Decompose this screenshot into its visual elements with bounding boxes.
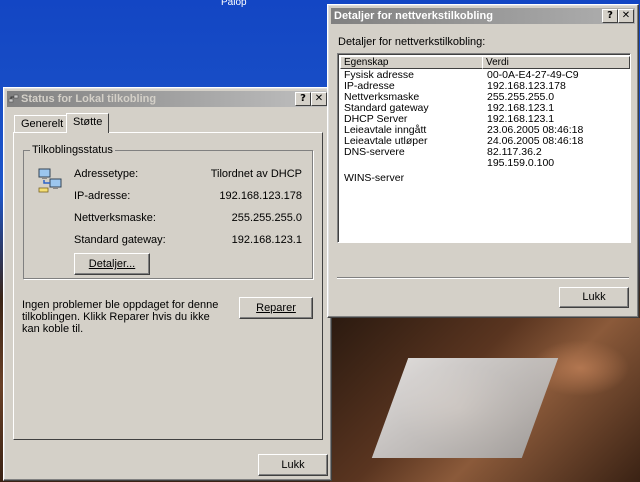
network-computers-icon	[38, 168, 62, 193]
status-window-title: Status for Lokal tilkobling	[21, 93, 157, 105]
details-button-label: Detaljer...	[88, 258, 136, 270]
gateway-value: 192.168.123.1	[231, 234, 302, 246]
status-window: Status for Lokal tilkobling ? ✕ Generelt…	[3, 87, 332, 481]
details-window-titlebar[interactable]: Detaljer for nettverkstilkobling ? ✕	[331, 8, 635, 24]
tab-stotte[interactable]: Støtte	[66, 113, 110, 133]
listview-header: Egenskap Verdi	[340, 56, 630, 69]
details-subtitle: Detaljer for nettverkstilkobling:	[338, 36, 486, 48]
details-button[interactable]: Detaljer...	[74, 253, 150, 275]
repair-button[interactable]: Reparer	[239, 297, 313, 319]
ip-address-label: IP-adresse:	[74, 190, 131, 202]
help-button[interactable]: ?	[295, 92, 311, 106]
netmask-label: Nettverksmaske:	[74, 212, 156, 224]
gateway-label: Standard gateway:	[74, 234, 166, 246]
property-cell: WINS-server	[344, 172, 405, 184]
details-window: Detaljer for nettverkstilkobling ? ✕ Det…	[327, 4, 639, 318]
details-help-button[interactable]: ?	[602, 9, 618, 23]
details-close-button[interactable]: Lukk	[559, 287, 629, 308]
tab-generelt[interactable]: Generelt	[14, 115, 71, 132]
group-title: Tilkoblingsstatus	[30, 144, 115, 156]
list-item[interactable]: WINS-server	[344, 173, 404, 184]
value-cell: 195.159.0.100	[487, 157, 555, 169]
status-close-button[interactable]: Lukk	[258, 454, 328, 476]
details-close-x-button[interactable]: ✕	[618, 9, 634, 23]
close-button[interactable]: ✕	[311, 92, 327, 106]
connection-status-group: Tilkoblingsstatus Adressetype: Tilordnet…	[23, 144, 313, 279]
ip-address-value: 192.168.123.178	[219, 190, 302, 202]
address-type-label: Adressetype:	[74, 168, 139, 180]
column-header-property[interactable]: Egenskap	[340, 56, 484, 69]
details-listview[interactable]: Egenskap Verdi Fysisk adresse 00-0A-E4-27…	[337, 53, 631, 243]
list-item[interactable]: DNS-servere 82.117.36.2	[344, 146, 542, 158]
desktop-icon-label: Palop	[221, 0, 247, 8]
address-type-value: Tilordnet av DHCP	[210, 168, 302, 180]
network-connection-icon	[8, 94, 19, 103]
details-window-title: Detaljer for nettverkstilkobling	[334, 10, 493, 22]
status-window-titlebar[interactable]: Status for Lokal tilkobling ? ✕	[7, 91, 328, 107]
separator	[337, 277, 629, 279]
property-cell: DNS-servere	[344, 146, 405, 158]
repair-button-label: Reparer	[256, 302, 296, 314]
netmask-value: 255.255.255.0	[231, 212, 302, 224]
diagnostic-message: Ingen problemer ble oppdaget for denne t…	[22, 299, 219, 335]
wallpaper-photo	[330, 318, 640, 482]
support-tab-panel: Tilkoblingsstatus Adressetype: Tilordnet…	[13, 132, 323, 440]
column-header-value[interactable]: Verdi	[482, 56, 630, 69]
